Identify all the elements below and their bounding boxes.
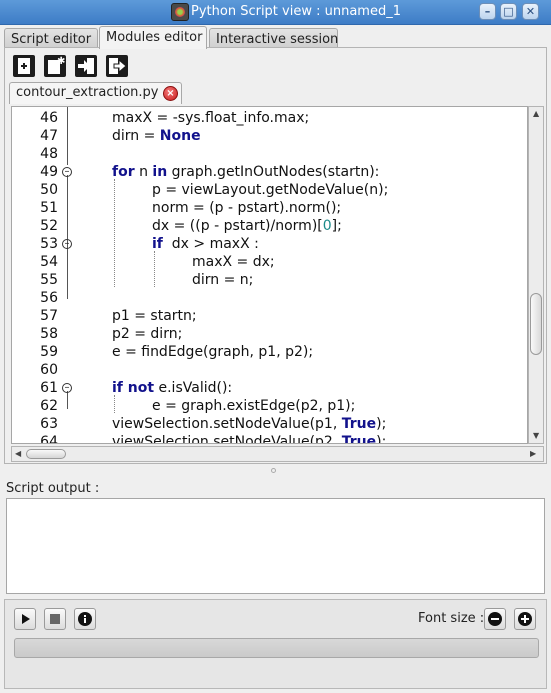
scroll-down-icon[interactable]: ▼ [533,431,539,440]
tab-script-editor[interactable]: Script editor [4,28,98,48]
code-text: maxX = -sys.float_info.max; [112,110,310,126]
script-output-label: Script output : [6,481,100,496]
line-number: 58 [40,326,58,342]
close-window-icon[interactable]: ✕ [522,3,539,20]
fold-marker-icon[interactable]: – [62,167,72,177]
code-text: p = viewLayout.getNodeValue(n); [152,182,389,198]
code-line: 58 p2 = dirn; [12,325,527,343]
script-output-area[interactable] [6,498,545,594]
code-text: if not e.isValid(): [112,380,233,396]
line-number: 60 [40,362,58,378]
execution-progress-bar [14,638,539,658]
code-line: 57 p1 = startn; [12,307,527,325]
code-line: 49– for n in graph.getInOutNodes(startn): [12,163,527,181]
code-line: 60 [12,361,527,379]
line-number: 57 [40,308,58,324]
run-icon[interactable] [14,608,36,630]
line-number: 62 [40,398,58,414]
code-line: 52 dx = ((p - pstart)/norm)[0]; [12,217,527,235]
title-bar: Python Script view : unnamed_1 – □ ✕ [0,0,551,25]
window-title: Python Script view : unnamed_1 [191,4,401,19]
line-number: 64 [40,434,58,444]
code-text: maxX = dx; [192,254,275,270]
info-icon[interactable] [74,608,96,630]
zoom-in-icon[interactable] [514,608,536,630]
tab-label: Modules editor [106,30,203,45]
line-number: 47 [40,128,58,144]
control-panel: Font size : [4,599,547,689]
vertical-scrollbar[interactable]: ▲ ▼ [528,106,544,444]
tab-label: Interactive session [216,32,339,47]
code-line: 50 p = viewLayout.getNodeValue(n); [12,181,527,199]
code-text: dirn = None [112,128,201,144]
code-text: e = graph.existEdge(p2, p1); [152,398,356,414]
splitter-grip-icon [271,468,276,473]
code-line: 47 dirn = None [12,127,527,145]
font-size-label: Font size : [418,611,485,626]
scroll-up-icon[interactable]: ▲ [533,109,539,118]
tab-interactive-session[interactable]: Interactive session [209,28,338,48]
code-line: 55 dirn = n; [12,271,527,289]
code-line: 56 [12,289,527,307]
code-line: 46 maxX = -sys.float_info.max; [12,109,527,127]
code-line: 51 norm = (p - pstart).norm(); [12,199,527,217]
code-text: p2 = dirn; [112,326,183,342]
code-text: dx = ((p - pstart)/norm)[0]; [152,218,342,234]
code-line: 63 viewSelection.setNodeValue(p1, True); [12,415,527,433]
line-number: 51 [40,200,58,216]
code-text: for n in graph.getInOutNodes(startn): [112,164,380,180]
line-number: 59 [40,344,58,360]
new-file-module-icon[interactable]: ✱ [44,55,66,77]
line-number: 61 [40,380,58,396]
code-editor[interactable]: 46 maxX = -sys.float_info.max; 47 dirn = N… [11,106,528,444]
code-text: e = findEdge(graph, p1, p2); [112,344,314,360]
line-number: 46 [40,110,58,126]
line-number: 63 [40,416,58,432]
code-text: viewSelection.setNodeValue(p1, True); [112,416,387,432]
vertical-scroll-thumb[interactable] [530,293,542,355]
fold-marker-icon[interactable]: – [62,383,72,393]
tab-label: Script editor [11,32,92,47]
scroll-left-icon[interactable]: ◀ [15,449,21,458]
zoom-out-icon[interactable] [484,608,506,630]
minimize-icon[interactable]: – [479,3,496,20]
splitter-handle[interactable] [0,466,551,474]
new-module-icon[interactable] [13,55,35,77]
import-module-icon[interactable] [75,55,97,77]
code-line: 62 e = graph.existEdge(p2, p1); [12,397,527,415]
stop-icon[interactable] [44,608,66,630]
code-line: 64 viewSelection.setNodeValue(p2, True); [12,433,527,444]
code-line: 59 e = findEdge(graph, p1, p2); [12,343,527,361]
line-number: 48 [40,146,58,162]
code-text: p1 = startn; [112,308,197,324]
code-line: 54 maxX = dx; [12,253,527,271]
code-text: if dx > maxX : [152,236,259,252]
code-line: 61– if not e.isValid(): [12,379,527,397]
svg-text:✱: ✱ [57,56,65,67]
save-module-icon[interactable] [106,55,128,77]
line-number: 55 [40,272,58,288]
line-number: 56 [40,290,58,306]
close-icon[interactable]: × [163,86,178,101]
line-number: 49 [40,164,58,180]
scroll-right-icon[interactable]: ▶ [530,449,536,458]
file-tab[interactable]: contour_extraction.py × [9,82,182,104]
file-tab-name: contour_extraction.py [16,85,159,100]
tab-modules-editor[interactable]: Modules editor [99,26,207,49]
horizontal-scroll-thumb[interactable] [26,449,66,459]
code-line: 48 [12,145,527,163]
line-number: 54 [40,254,58,270]
line-number: 52 [40,218,58,234]
horizontal-scrollbar[interactable]: ◀ ▶ [11,446,544,462]
maximize-icon[interactable]: □ [500,3,517,20]
code-text: viewSelection.setNodeValue(p2, True); [112,434,387,444]
code-line: 53– if dx > maxX : [12,235,527,253]
code-text: norm = (p - pstart).norm(); [152,200,342,216]
app-icon [171,3,189,21]
line-number: 50 [40,182,58,198]
line-number: 53 [40,236,58,252]
fold-marker-icon[interactable]: – [62,239,72,249]
modules-editor-panel: ✱ contour_extraction.py × 46 maxX = -sys.… [4,47,547,464]
code-text: dirn = n; [192,272,254,288]
